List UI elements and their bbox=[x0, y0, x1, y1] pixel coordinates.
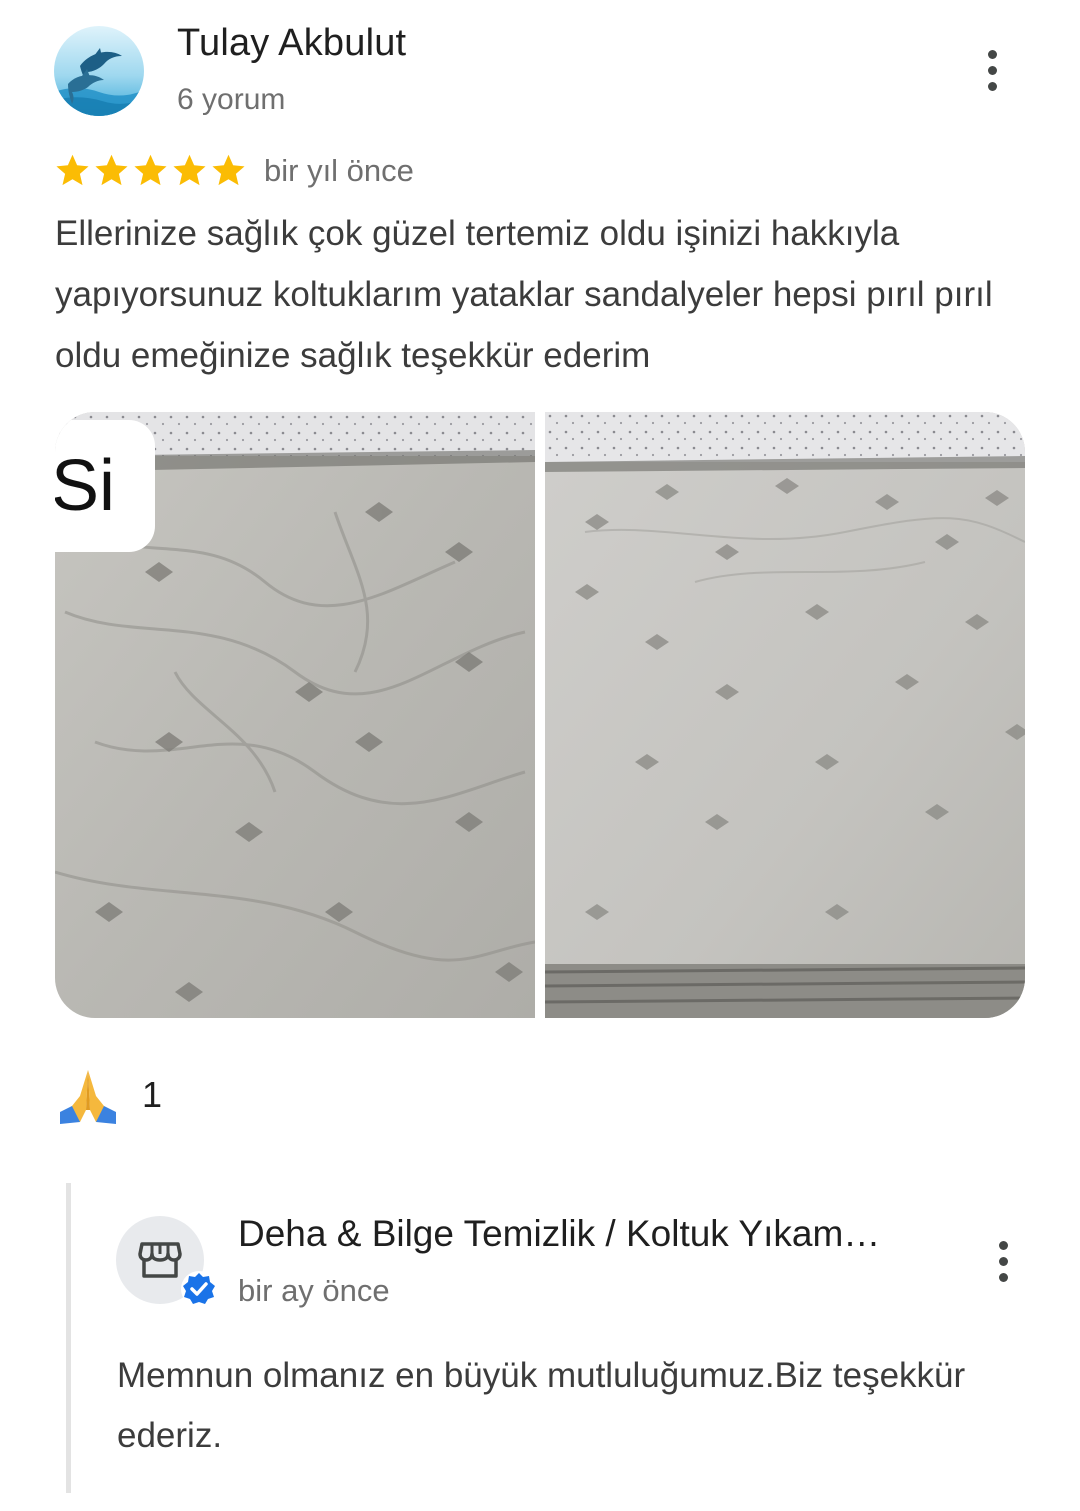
more-vert-icon-dot bbox=[987, 81, 997, 91]
review-photo-after[interactable] bbox=[545, 412, 1025, 1018]
reaction-button[interactable]: 1 bbox=[58, 1066, 162, 1124]
star-rating bbox=[54, 152, 247, 189]
reviewer-review-count: 6 yorum bbox=[177, 83, 286, 116]
reviewer-avatar[interactable] bbox=[54, 26, 144, 116]
more-vert-icon bbox=[998, 1240, 1008, 1250]
more-vert-icon-dot bbox=[998, 1272, 1008, 1282]
review-text: Ellerinize sağlık çok güzel tertemiz old… bbox=[55, 214, 993, 375]
reviewer-name[interactable]: Tulay Akbulut bbox=[177, 22, 406, 65]
folded-hands-icon bbox=[60, 1070, 116, 1124]
star-icon bbox=[134, 154, 167, 186]
star-icon bbox=[56, 154, 89, 186]
review-more-options-button[interactable] bbox=[972, 40, 1012, 100]
dolphin-avatar-image bbox=[54, 26, 144, 116]
review-time: bir yıl önce bbox=[264, 153, 414, 188]
review-photo-before[interactable]: Si bbox=[55, 412, 535, 1018]
owner-name[interactable]: Deha & Bilge Temizlik / Koltuk Yıkam… bbox=[238, 1213, 938, 1255]
mattress-photo-image bbox=[545, 412, 1025, 1018]
reaction-count: 1 bbox=[142, 1074, 163, 1115]
verified-badge-icon bbox=[181, 1271, 217, 1307]
photo-overlay-label: Si bbox=[55, 420, 155, 552]
storefront-icon bbox=[138, 1242, 182, 1278]
more-vert-icon-dot bbox=[998, 1256, 1008, 1266]
photo-overlay-text: Si bbox=[55, 446, 116, 526]
reply-divider bbox=[66, 1183, 71, 1493]
more-vert-icon bbox=[987, 49, 997, 59]
review-card: Tulay Akbulut 6 yorum bir yıl önce Eller… bbox=[0, 0, 1080, 1511]
star-icon bbox=[95, 154, 128, 186]
star-icon bbox=[212, 154, 245, 186]
star-icon bbox=[173, 154, 206, 186]
more-vert-icon-dot bbox=[987, 65, 997, 75]
reply-text: Memnun olmanız en büyük mutluluğumuz.Biz… bbox=[117, 1356, 966, 1455]
reply-more-options-button[interactable] bbox=[983, 1231, 1023, 1291]
reply-time: bir ay önce bbox=[238, 1273, 390, 1308]
review-photos: Si bbox=[55, 412, 1025, 1018]
